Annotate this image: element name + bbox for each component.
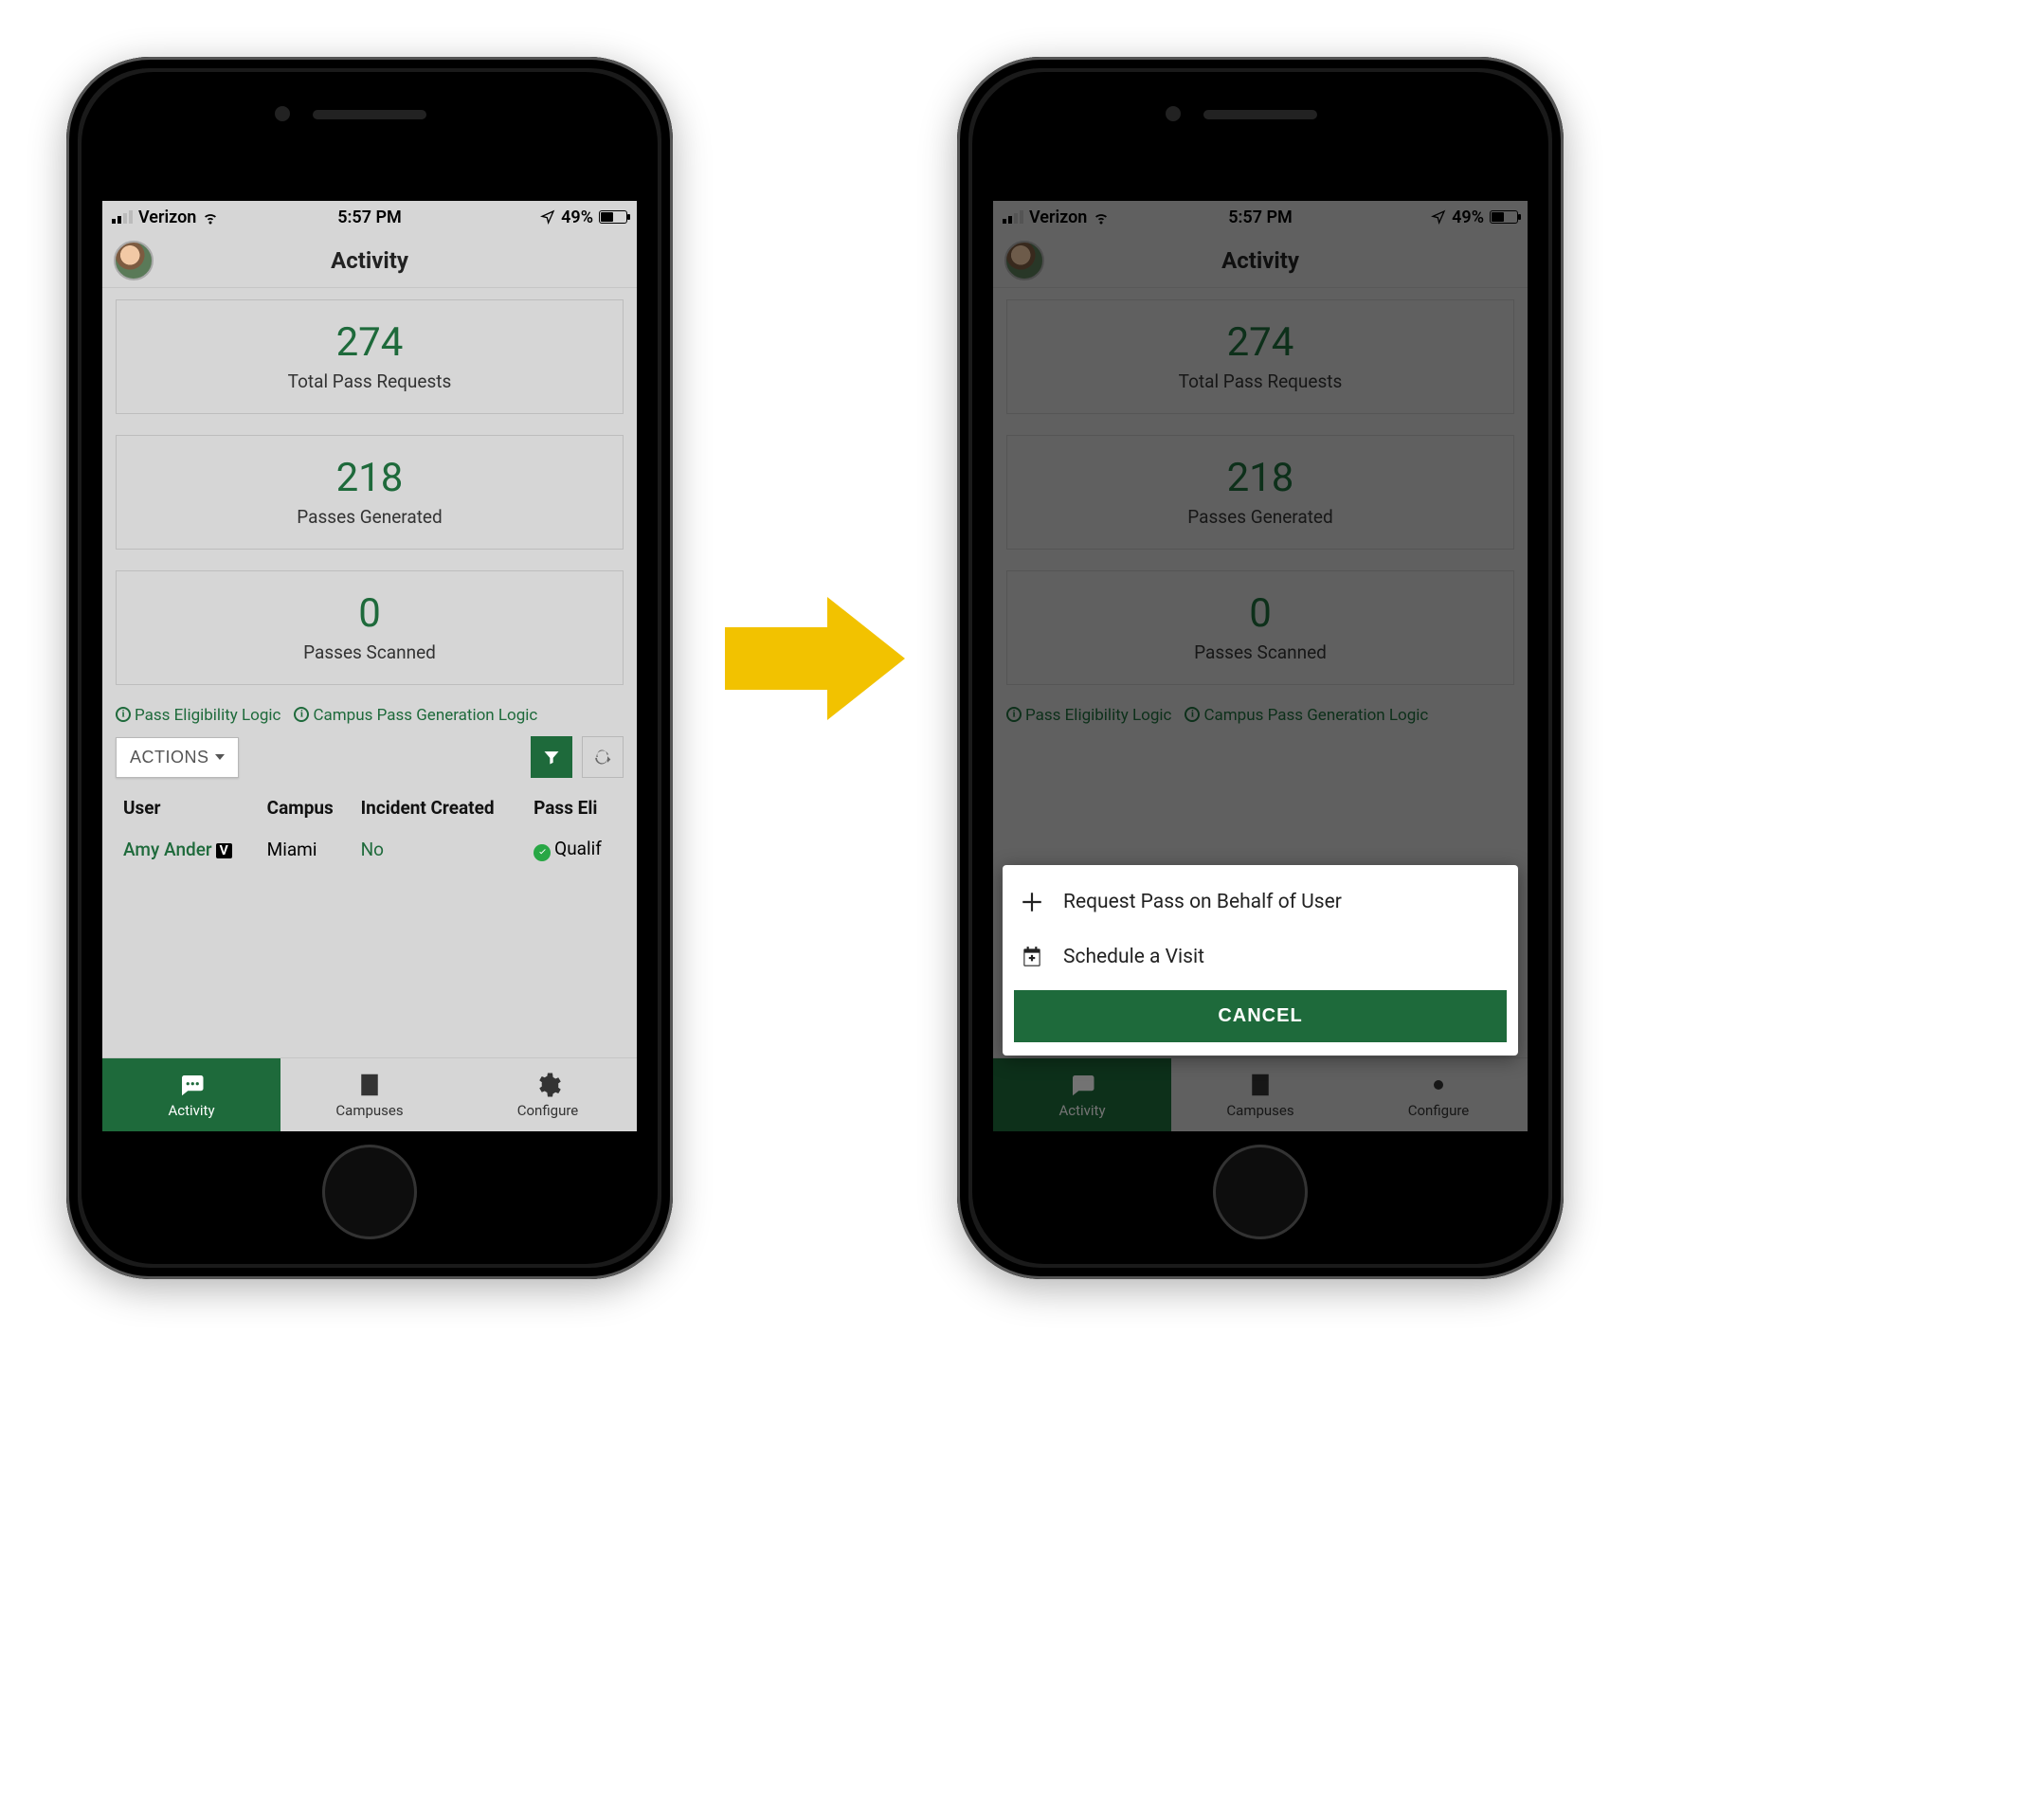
clock: 5:57 PM (337, 208, 402, 227)
cell-user: Amy Ander (123, 839, 212, 860)
card-label: Total Pass Requests (117, 370, 623, 392)
tab-activity[interactable]: Activity (102, 1058, 280, 1131)
info-icon (116, 707, 131, 722)
card-total-pass-requests[interactable]: 274 Total Pass Requests (116, 299, 624, 414)
actions-button[interactable]: ACTIONS (116, 737, 239, 778)
phone-right: Verizon 5:57 PM 49% Activity (957, 57, 1564, 1279)
earpiece (313, 110, 426, 119)
speech-icon (177, 1071, 206, 1099)
action-label: Request Pass on Behalf of User (1063, 891, 1342, 913)
link-campus-pass-generation-logic[interactable]: Campus Pass Generation Logic (294, 706, 537, 725)
gear-icon (534, 1071, 562, 1099)
filter-button[interactable] (531, 736, 572, 778)
screen-right: Verizon 5:57 PM 49% Activity (993, 201, 1528, 1131)
carrier-label: Verizon (138, 208, 196, 227)
table-row[interactable]: Amy Ander V Miami No Qualif (118, 828, 622, 871)
pass-table: User Campus Incident Created Pass Eli Am… (116, 787, 624, 873)
card-label: Passes Generated (117, 506, 623, 528)
home-button[interactable] (322, 1145, 417, 1239)
card-passes-scanned[interactable]: 0 Passes Scanned (116, 570, 624, 685)
cell-campus: Miami (262, 828, 353, 871)
building-icon (355, 1071, 384, 1099)
cell-incident: No (355, 828, 527, 871)
actions-label: ACTIONS (130, 748, 209, 767)
visitor-badge: V (216, 843, 232, 858)
card-value: 218 (117, 459, 623, 498)
refresh-button[interactable] (582, 736, 624, 778)
battery-icon (599, 210, 627, 224)
cancel-label: CANCEL (1218, 1005, 1302, 1026)
link-pass-eligibility-logic[interactable]: Pass Eligibility Logic (116, 706, 280, 725)
cell-eligible: Qualif (528, 828, 622, 871)
card-value: 274 (117, 323, 623, 363)
plus-icon (1020, 890, 1044, 914)
cancel-button[interactable]: CANCEL (1014, 990, 1507, 1042)
location-icon (540, 209, 555, 225)
filter-icon (542, 748, 561, 767)
app-header: Activity (102, 233, 637, 288)
link-label: Pass Eligibility Logic (135, 706, 280, 725)
tab-campuses[interactable]: Campuses (280, 1058, 459, 1131)
action-request-pass[interactable]: Request Pass on Behalf of User (1014, 875, 1507, 930)
page-title: Activity (331, 247, 408, 274)
wifi-icon (202, 208, 219, 226)
battery-pct: 49% (561, 208, 593, 227)
signal-icon (112, 210, 133, 224)
content-area: 274 Total Pass Requests 218 Passes Gener… (102, 288, 637, 1057)
refresh-icon (593, 748, 612, 767)
home-button[interactable] (1213, 1145, 1308, 1239)
col-incident[interactable]: Incident Created (355, 789, 527, 826)
col-user[interactable]: User (118, 789, 260, 826)
tab-configure[interactable]: Configure (459, 1058, 637, 1131)
status-bar: Verizon 5:57 PM 49% (102, 201, 637, 233)
front-camera (1166, 106, 1181, 121)
link-label: Campus Pass Generation Logic (313, 706, 537, 725)
card-passes-generated[interactable]: 218 Passes Generated (116, 435, 624, 550)
tab-label: Configure (517, 1102, 579, 1119)
earpiece (1203, 110, 1317, 119)
front-camera (275, 106, 290, 121)
avatar[interactable] (114, 241, 154, 280)
info-icon (294, 707, 309, 722)
phone-left: Verizon 5:57 PM 49% Activity (66, 57, 673, 1279)
eligible-text: Qualif (554, 838, 602, 859)
col-campus[interactable]: Campus (262, 789, 353, 826)
card-label: Passes Scanned (117, 641, 623, 663)
tab-bar: Activity Campuses Configure (102, 1057, 637, 1131)
caret-down-icon (215, 754, 225, 760)
calendar-plus-icon (1020, 945, 1044, 969)
col-eligible[interactable]: Pass Eli (528, 789, 622, 826)
tab-label: Activity (168, 1102, 214, 1119)
tab-label: Campuses (335, 1102, 403, 1119)
arrow-icon (725, 597, 905, 720)
action-sheet: Request Pass on Behalf of User Schedule … (1003, 865, 1518, 1056)
action-schedule-visit[interactable]: Schedule a Visit (1014, 930, 1507, 984)
check-icon (534, 844, 551, 861)
card-value: 0 (117, 594, 623, 634)
screen-left: Verizon 5:57 PM 49% Activity (102, 201, 637, 1131)
action-label: Schedule a Visit (1063, 946, 1204, 968)
